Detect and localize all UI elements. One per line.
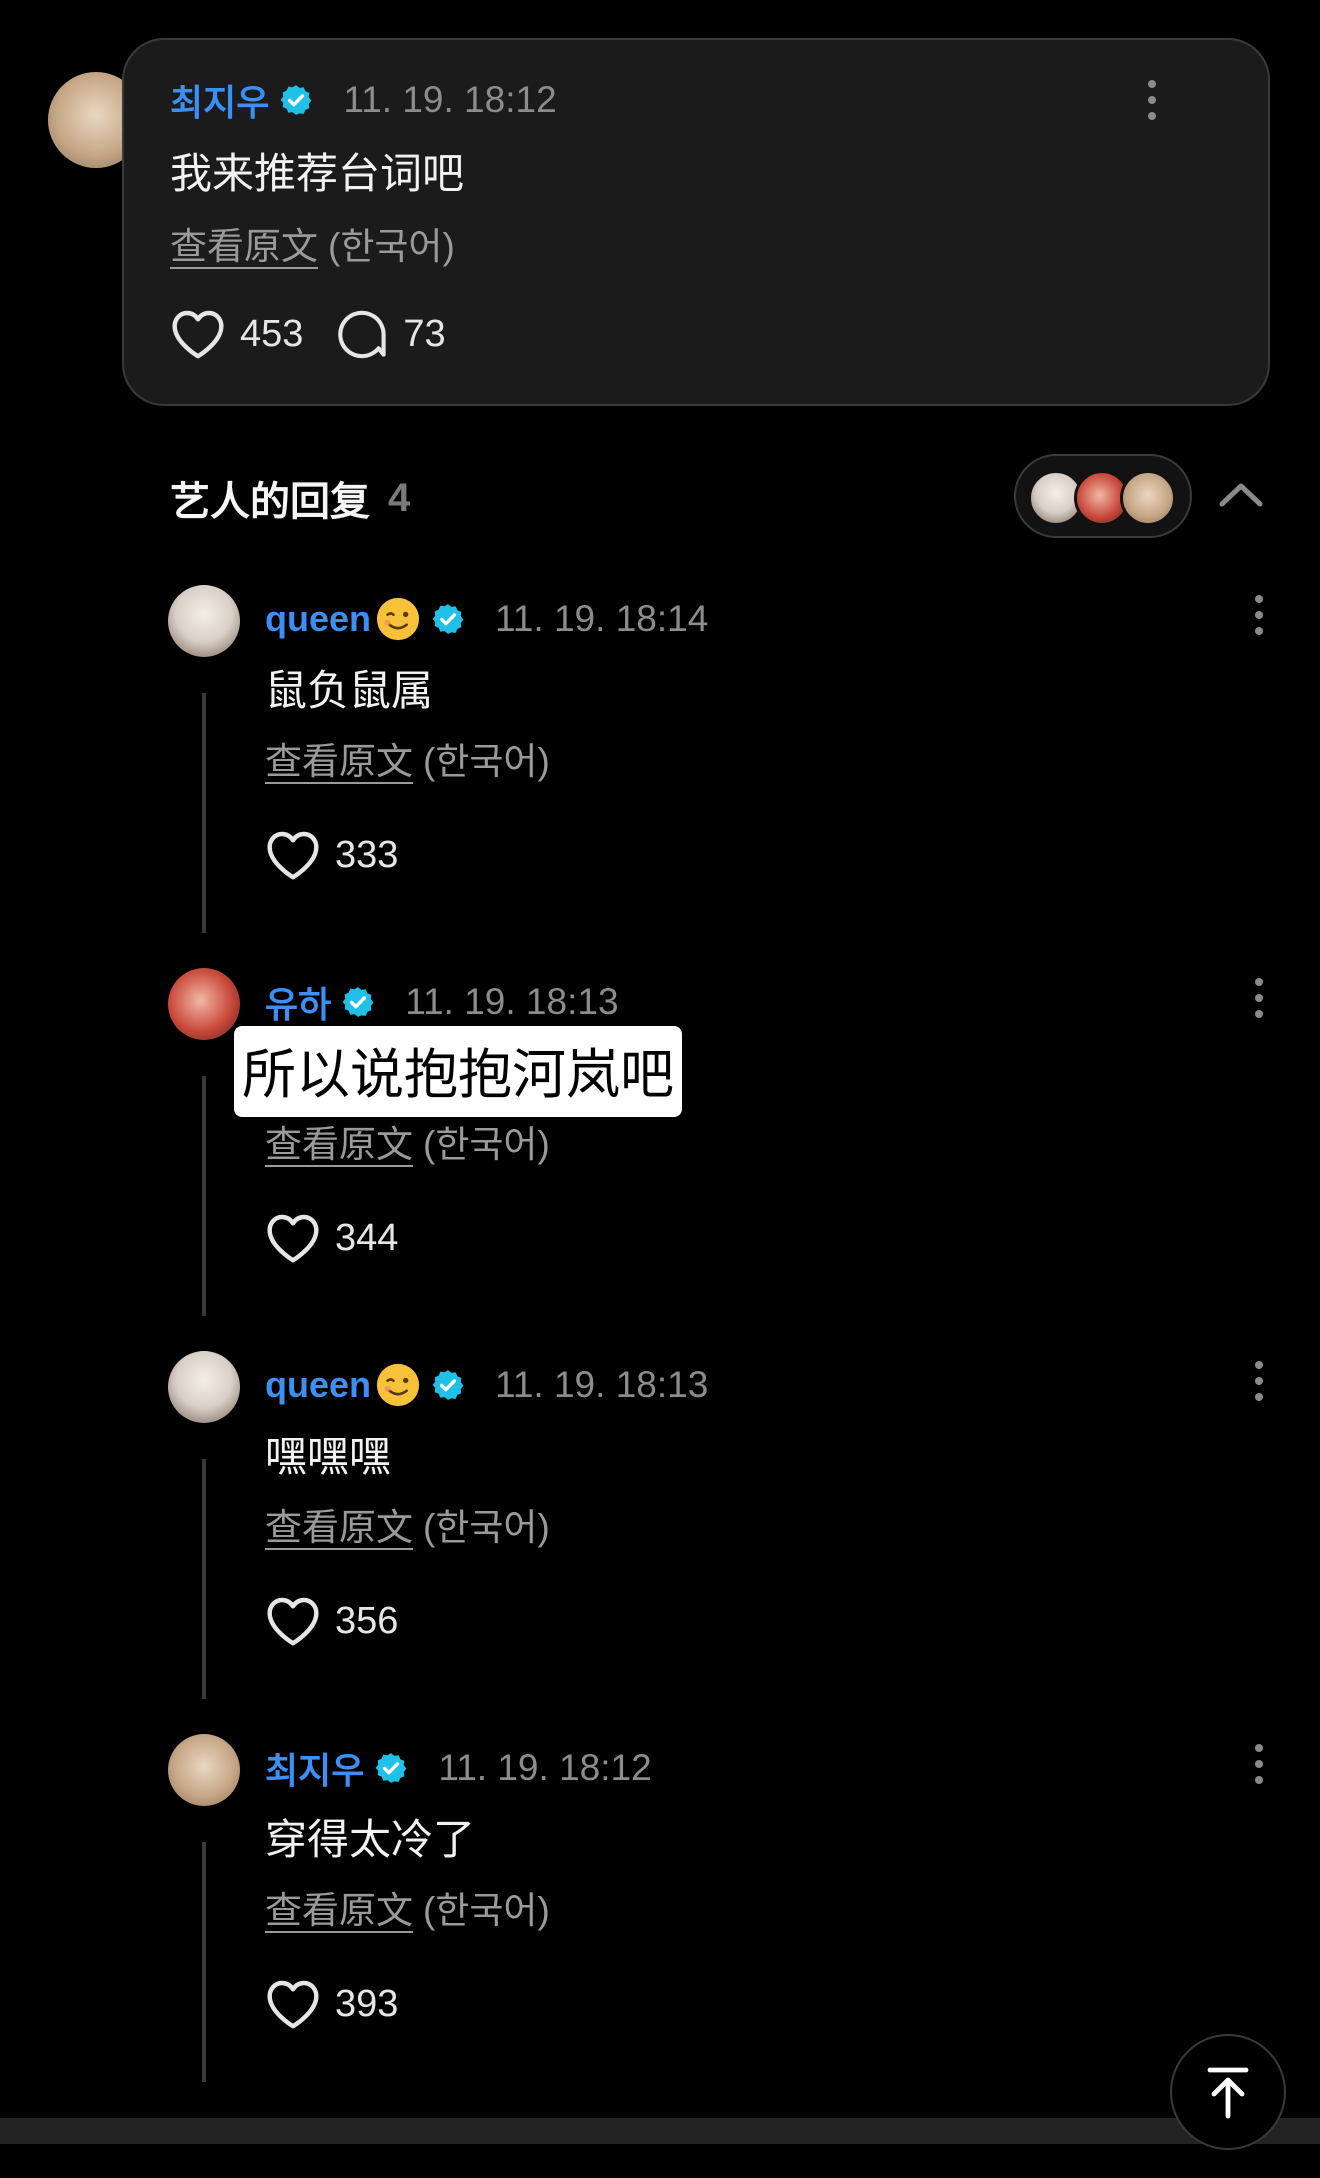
reply-text: 嘿嘿嘿	[265, 1433, 392, 1480]
original-language-label: (한국어)	[423, 1890, 550, 1931]
reply-author-avatar[interactable]	[168, 1351, 240, 1423]
mini-avatar	[1120, 470, 1176, 526]
reply-author-name[interactable]: queen	[265, 598, 371, 640]
post-header: 최지우 11. 19. 18:12	[170, 76, 557, 124]
post-text: 我来推荐台词吧	[170, 150, 465, 197]
reply-header: 유하 11. 19. 18:13	[265, 978, 619, 1026]
reply-translate-row: 查看原文 (한국어)	[265, 1880, 550, 1934]
reply-translate-row: 查看原文 (한국어)	[265, 731, 550, 785]
reply-more-icon[interactable]	[1251, 1744, 1267, 1784]
like-button[interactable]: 344	[265, 1212, 398, 1264]
heart-icon	[267, 1214, 319, 1263]
like-count: 356	[335, 1599, 399, 1642]
original-language-label: (한국어)	[423, 741, 550, 782]
wink-emoji-icon	[376, 597, 420, 641]
view-original-link[interactable]: 查看原文	[265, 1124, 413, 1165]
verified-icon	[375, 1753, 407, 1783]
reply-translate-row: 查看原文 (한국어)	[265, 1497, 550, 1551]
reply-text: 穿得太冷了	[265, 1816, 476, 1863]
reply-more-icon[interactable]	[1251, 1361, 1267, 1401]
thread-line	[202, 1842, 206, 2082]
reply-stats: 333	[265, 829, 432, 881]
heart-icon	[267, 1980, 319, 2029]
reply-more-icon[interactable]	[1251, 595, 1267, 635]
thread-line	[202, 1076, 206, 1316]
post-timestamp: 11. 19. 18:12	[343, 79, 557, 120]
view-original-link[interactable]: 查看原文	[170, 226, 318, 267]
reply-stats: 344	[265, 1212, 432, 1264]
post-author-name[interactable]: 최지우	[170, 74, 269, 126]
reply-author-name[interactable]: 최지우	[265, 1742, 364, 1794]
reply-stats: 356	[265, 1595, 432, 1647]
view-original-link[interactable]: 查看原文	[265, 1507, 413, 1548]
reply-header: queen 11. 19. 18:13	[265, 1361, 708, 1409]
heart-icon	[267, 831, 319, 880]
post-translate-row: 查看原文 (한국어)	[170, 216, 455, 270]
artist-replies-title: 艺人的回复	[170, 480, 370, 524]
reply-author-avatar[interactable]	[168, 1734, 240, 1806]
like-button[interactable]: 333	[265, 829, 398, 881]
like-count: 344	[335, 1216, 399, 1259]
like-button[interactable]: 356	[265, 1595, 398, 1647]
verified-icon	[280, 85, 312, 115]
like-button[interactable]: 393	[265, 1978, 398, 2030]
arrow-up-to-top-icon	[1207, 2067, 1249, 2119]
view-original-link[interactable]: 查看原文	[265, 1890, 413, 1931]
reply-timestamp: 11. 19. 18:14	[495, 598, 709, 639]
wink-emoji-icon	[376, 1363, 420, 1407]
artist-replies-header: 艺人的回复 4	[170, 470, 410, 526]
like-count: 333	[335, 833, 399, 876]
reply-header: 최지우 11. 19. 18:12	[265, 1744, 652, 1792]
reply-translate-row: 查看原文 (한국어)	[265, 1114, 550, 1168]
heart-icon	[267, 1597, 319, 1646]
replier-avatar-group[interactable]	[1014, 454, 1192, 538]
scroll-to-top-button[interactable]	[1170, 2034, 1286, 2150]
thread-line	[202, 1459, 206, 1699]
reply-item: 최지우 11. 19. 18:12 穿得太冷了 查看原文 (한국어) 393	[0, 1734, 1320, 2117]
reply-stats: 393	[265, 1978, 432, 2030]
heart-icon	[172, 310, 224, 359]
view-original-link[interactable]: 查看原文	[265, 741, 413, 782]
comment-icon	[338, 310, 387, 359]
reply-more-icon[interactable]	[1251, 978, 1267, 1018]
reply-author-name[interactable]: 유하	[265, 976, 331, 1028]
reply-author-avatar[interactable]	[168, 585, 240, 657]
post-more-icon[interactable]	[1144, 80, 1160, 120]
original-language-label: (한국어)	[423, 1507, 550, 1548]
reply-text-highlighted: 所以说抱抱河岚吧	[234, 1026, 682, 1117]
original-language-label: (한국어)	[423, 1124, 550, 1165]
chevron-up-icon[interactable]	[1216, 474, 1266, 514]
reply-timestamp: 11. 19. 18:13	[405, 981, 619, 1022]
comment-count: 73	[403, 312, 446, 355]
thread-line	[202, 693, 206, 933]
verified-icon	[432, 1370, 464, 1400]
reply-author-name[interactable]: queen	[265, 1364, 371, 1406]
post-stats: 453 73	[170, 308, 480, 360]
like-count: 453	[240, 312, 304, 355]
reply-header: queen 11. 19. 18:14	[265, 595, 708, 643]
post-card: 최지우 11. 19. 18:12 我来推荐台词吧 查看原文(한국어) 453	[122, 38, 1270, 406]
verified-icon	[432, 604, 464, 634]
comment-button[interactable]: 73	[337, 308, 446, 360]
reply-item: 유하 11. 19. 18:13 所以说抱抱河岚吧 查看原文 (한국어) 344	[0, 968, 1320, 1351]
reply-item: queen 11. 19. 18:14 鼠负鼠属 查看原文 (한국어) 333	[0, 585, 1320, 968]
verified-icon	[342, 987, 374, 1017]
original-language-label: (한국어)	[328, 226, 455, 267]
reply-text: 鼠负鼠属	[265, 667, 434, 714]
reply-timestamp: 11. 19. 18:12	[438, 1747, 652, 1788]
reply-timestamp: 11. 19. 18:13	[495, 1364, 709, 1405]
like-button[interactable]: 453	[170, 308, 303, 360]
artist-replies-screen: 최지우 11. 19. 18:12 我来推荐台词吧 查看原文(한국어) 453	[0, 0, 1320, 2178]
like-count: 393	[335, 1982, 399, 2025]
reply-author-avatar[interactable]	[168, 968, 240, 1040]
artist-replies-count: 4	[388, 475, 411, 520]
bottom-divider-bar	[0, 2118, 1320, 2144]
reply-item: queen 11. 19. 18:13 嘿嘿嘿 查看原文 (한국어) 356	[0, 1351, 1320, 1734]
